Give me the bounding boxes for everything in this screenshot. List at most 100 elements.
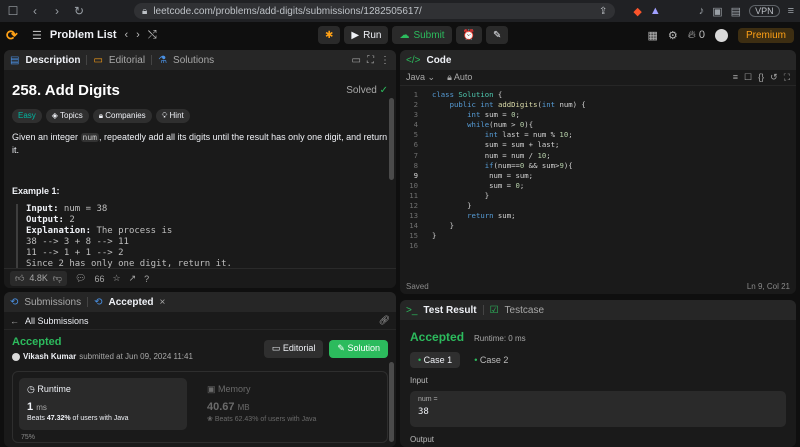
tab-editorial[interactable]: Editorial [109,55,145,66]
clock-icon: ◷ [27,384,35,394]
autocomplete-toggle[interactable]: 🔒︎ Auto [447,72,472,83]
language-select[interactable]: Java ⌄ [406,72,435,83]
menu-icon[interactable]: ≡ [788,5,794,17]
rewards-icon[interactable]: ▲ [650,5,661,17]
case-tab-1[interactable]: • Case 1 [410,352,461,368]
checkbox-icon: ☑ [489,304,499,316]
collapse-icon[interactable]: ▭ [352,55,361,66]
comment-icon[interactable]: 💬︎ [75,273,86,284]
tab-accepted[interactable]: Accepted [108,297,153,308]
help-icon[interactable]: ? [144,274,149,284]
tabs-icon[interactable]: ☐ [6,4,20,18]
code-lines[interactable]: class Solution { public int addDigits(in… [422,90,586,252]
beats-text: of users with Java [258,416,317,423]
prev-problem-icon[interactable]: ‹ [125,29,129,41]
example-title: Example 1: [12,186,60,196]
address-bar[interactable]: 🔒︎ leetcode.com/problems/add-digits/subm… [134,3,616,19]
topics-label: Topics [60,111,83,120]
solution-button[interactable]: ✎ Solution [329,339,388,358]
memory-label: Memory [218,384,251,394]
editorial-icon: ▭ [93,54,103,66]
debug-button[interactable]: ✱ [318,26,341,44]
leetcode-logo[interactable]: ⟳ [6,27,24,44]
cursor-position: Ln 9, Col 21 [746,281,790,291]
browser-toolbar: ☐ ‹ › ↻ 🔒︎ leetcode.com/problems/add-dig… [0,0,800,22]
avatar[interactable] [714,28,728,42]
topics-tag[interactable]: ◈ Topics [45,109,89,123]
input-label: Input [410,376,428,385]
solution-label: Solution [347,342,380,353]
reload-icon[interactable]: ↻ [72,4,86,18]
code-editor[interactable]: 1 2 3 4 5 6 7 8 9 10 11 12 13 14 15 16 class Solution {… [400,86,796,252]
stats-container: ◷ Runtime 1 ms Beats 47.32% of users wit… [12,371,388,443]
tab-testcase[interactable]: Testcase [505,305,544,316]
streak-count: 0 [698,28,705,41]
premium-button[interactable]: Premium [737,27,794,43]
difficulty-tag[interactable]: Easy [12,109,42,123]
runtime-card[interactable]: ◷ Runtime 1 ms Beats 47.32% of users wit… [19,378,187,430]
next-problem-icon[interactable]: › [136,29,140,41]
link-icon[interactable]: 🔗︎ [379,315,390,326]
fullscreen-icon[interactable]: ⛶ [784,72,790,83]
more-icon[interactable]: ⋮ [380,55,390,66]
like-count: 4.8K [29,273,48,283]
mode-label: Auto [453,72,473,82]
submit-label: Submit [413,29,445,41]
tab-submissions[interactable]: Submissions [24,297,81,308]
tab-solutions[interactable]: Solutions [173,55,214,66]
run-button[interactable]: ▶ Run [344,26,389,44]
problem-list-icon: ☰ [32,29,42,42]
thumbs-down-icon[interactable]: 👎︎ [53,273,62,284]
arrow-left-icon[interactable]: ← [10,316,19,326]
alarm-icon: ⏰ [462,29,476,41]
reset-icon[interactable]: ↺ [770,72,778,83]
scrollbar[interactable] [389,362,394,442]
shuffle-icon[interactable]: ⤭ [148,29,157,42]
explanation-line: 11 --> 1 + 1 --> 2 [26,248,124,258]
editor-status-bar: Saved Ln 9, Col 21 [400,278,796,294]
case-tab-2[interactable]: • Case 2 [466,352,516,368]
star-icon[interactable]: ☆ [113,273,121,284]
tab-description[interactable]: Description [25,55,80,66]
lock-icon: 🔒︎ [98,111,103,120]
problem-list-link[interactable]: Problem List [50,29,117,41]
expand-icon[interactable]: ⛶ [367,55,374,66]
bookmark-icon[interactable]: ☐ [744,72,752,83]
streak-icon[interactable]: 🔥︎ 0 [688,29,705,42]
companies-label: Companies [105,111,146,120]
share-icon[interactable]: ⇪ [599,6,607,17]
music-icon[interactable]: ♪ [699,5,705,17]
companies-tag[interactable]: 🔒︎ Companies [92,109,152,123]
tab-test-result[interactable]: Test Result [423,305,476,316]
username[interactable]: Vikash Kumar [23,352,76,361]
memory-card[interactable]: ▣ Memory 40.67 MB ❀ Beats 62.43% of user… [199,378,367,430]
test-tabs: >_ Test Result ☑ Testcase [400,300,796,320]
all-submissions-link[interactable]: All Submissions [25,316,89,326]
runtime-value: 1 [27,401,34,413]
format-icon[interactable]: ≡ [733,72,738,83]
share-icon[interactable]: ↗ [129,273,137,284]
output-label: Output [410,435,435,444]
layout-icon[interactable]: ▦ [647,29,657,42]
scrollbar[interactable] [389,98,394,180]
submissions-icon: ⟲ [10,296,19,308]
editorial-button[interactable]: ▭ Editorial [263,339,324,358]
back-icon[interactable]: ‹ [28,4,42,18]
accepted-icon: ⟲ [94,296,103,308]
vpn-button[interactable]: VPN [749,5,780,17]
notes-button[interactable]: ✎ [486,26,509,44]
memory-value: 40.67 [207,401,235,413]
wallet-icon[interactable]: ▤ [731,5,741,18]
submit-button[interactable]: ☁ Submit [392,26,452,44]
brave-shield-icon[interactable]: ◆ [633,5,641,18]
hint-tag[interactable]: 💡︎ Hint [155,109,190,123]
braces-icon[interactable]: {} [758,72,764,83]
close-icon[interactable]: × [160,297,166,308]
sidebar-icon[interactable]: ▣ [712,5,722,18]
timer-button[interactable]: ⏰ [455,26,483,44]
input-value: 38 [418,407,429,417]
solutions-icon: ⚗ [158,54,168,66]
forward-icon[interactable]: › [50,4,64,18]
settings-icon[interactable]: ⚙ [668,29,678,42]
like-button[interactable]: 👍︎ 4.8K 👎︎ [10,271,68,286]
